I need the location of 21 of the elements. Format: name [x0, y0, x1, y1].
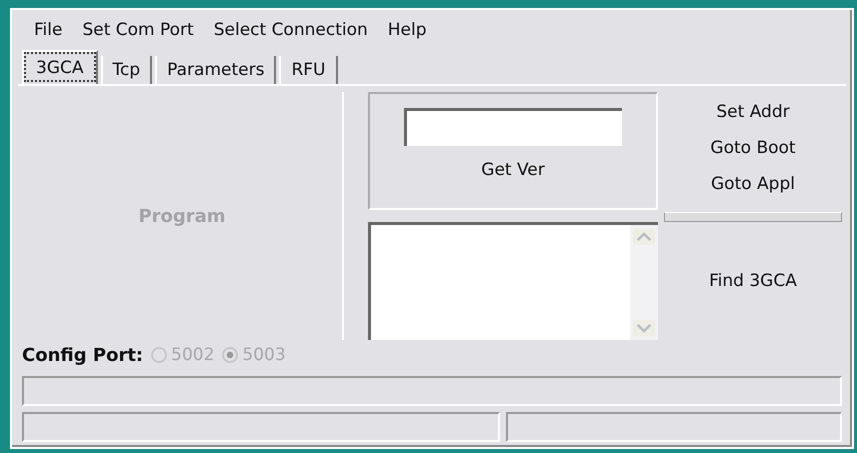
tab[interactable]: Parameters	[155, 56, 276, 84]
menu-item[interactable]: Set Com Port	[74, 20, 202, 40]
menu-item[interactable]: Help	[380, 20, 435, 40]
scroll-down-icon[interactable]	[633, 320, 655, 336]
config-port-label: Config Port:	[22, 344, 144, 366]
command-button[interactable]: Goto Appl	[711, 168, 795, 200]
version-field[interactable]	[404, 108, 622, 146]
log-area[interactable]	[368, 222, 658, 340]
find-button[interactable]: Find 3GCA	[664, 222, 842, 340]
tab[interactable]: Tcp	[100, 56, 152, 84]
radio-label: 5003	[242, 345, 286, 365]
tab[interactable]: 3GCA	[22, 50, 98, 84]
tab[interactable]: RFU	[279, 56, 338, 84]
command-button[interactable]: Set Addr	[716, 96, 790, 128]
menu-item[interactable]: Select Connection	[206, 20, 376, 40]
scrollbar[interactable]	[630, 225, 658, 340]
get-version-button[interactable]: Get Ver	[481, 160, 545, 180]
scroll-up-icon[interactable]	[633, 229, 655, 245]
menu-item[interactable]: File	[26, 20, 70, 40]
command-button[interactable]: Goto Boot	[710, 132, 796, 164]
radio-label: 5002	[171, 345, 214, 365]
